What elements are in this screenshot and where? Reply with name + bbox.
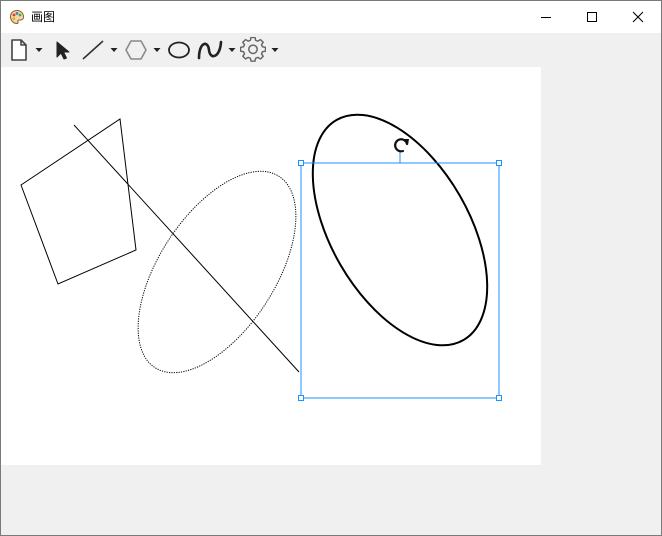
chevron-down-icon: [228, 48, 235, 52]
close-icon: [632, 11, 644, 23]
drawing-canvas[interactable]: [1, 67, 541, 465]
resize-handle-top-left[interactable]: [298, 160, 304, 166]
hexagon-icon: [125, 40, 147, 60]
chevron-down-icon: [271, 48, 278, 52]
minimize-button[interactable]: [523, 1, 569, 33]
workspace: [1, 67, 661, 535]
cursor-arrow-icon: [56, 41, 70, 60]
curve-tool-button[interactable]: [195, 37, 225, 63]
settings-button[interactable]: [239, 37, 267, 63]
app-window: 画图: [0, 0, 662, 536]
polygon-tool-button[interactable]: [122, 37, 150, 63]
line-tool-dropdown[interactable]: [109, 37, 118, 63]
chevron-down-icon: [110, 48, 117, 52]
selected-ellipse-shape[interactable]: [277, 86, 524, 375]
ellipse-icon: [168, 41, 190, 59]
window-title: 画图: [31, 10, 56, 24]
curve-tool-dropdown[interactable]: [227, 37, 236, 63]
palette-icon: [9, 9, 25, 25]
select-tool-button[interactable]: [51, 37, 73, 63]
maximize-button[interactable]: [569, 1, 615, 33]
chevron-down-icon: [35, 48, 42, 52]
document-icon: [11, 39, 27, 61]
title-bar[interactable]: 画图: [1, 1, 661, 33]
selection-box[interactable]: [298, 152, 502, 401]
minimize-icon: [541, 17, 551, 18]
resize-handle-bottom-left[interactable]: [298, 395, 304, 401]
resize-handle-bottom-right[interactable]: [496, 395, 502, 401]
dotted-ellipse-shape[interactable]: [106, 145, 327, 399]
line-shape[interactable]: [73, 124, 300, 373]
new-document-button[interactable]: [7, 37, 31, 63]
resize-handle-top-right[interactable]: [496, 160, 502, 166]
maximize-icon: [587, 12, 597, 22]
new-document-dropdown[interactable]: [34, 37, 43, 63]
settings-dropdown[interactable]: [270, 37, 279, 63]
curve-icon: [197, 40, 223, 60]
line-icon: [82, 40, 104, 60]
chevron-down-icon: [153, 48, 160, 52]
rotate-icon[interactable]: [394, 138, 409, 153]
polygon-tool-dropdown[interactable]: [152, 37, 161, 63]
ellipse-tool-button[interactable]: [165, 37, 193, 63]
line-tool-button[interactable]: [79, 37, 107, 63]
toolbar: [1, 33, 661, 67]
polygon-shape[interactable]: [20, 118, 137, 285]
close-button[interactable]: [615, 1, 661, 33]
gear-icon: [240, 37, 266, 62]
